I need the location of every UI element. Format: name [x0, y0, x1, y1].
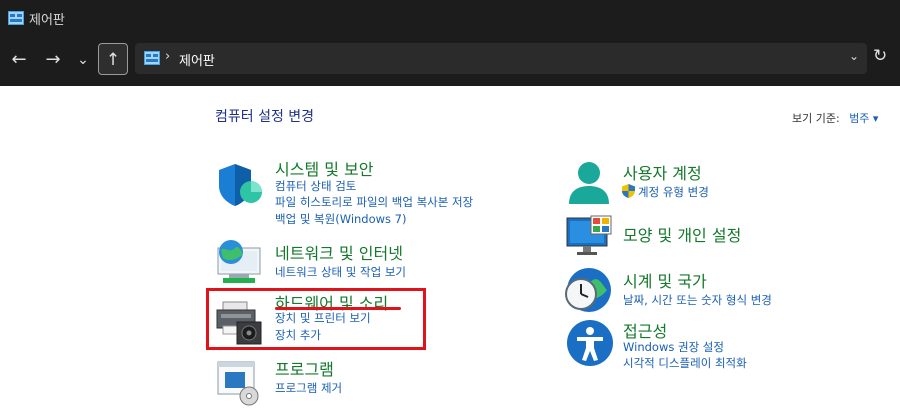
view-by-label: 보기 기준:	[792, 112, 840, 125]
category-title[interactable]: 시계 및 국가	[623, 268, 707, 292]
refresh-button[interactable]: ↻	[873, 46, 887, 66]
programs-icon	[217, 361, 259, 406]
shield-icon	[219, 164, 262, 206]
breadcrumb[interactable]: 제어판	[179, 50, 215, 69]
highlight-box	[206, 288, 426, 350]
category-link[interactable]: 계정 유형 변경	[638, 184, 709, 200]
back-button[interactable]: ←	[4, 44, 34, 76]
category-user-accounts: 사용자 계정 계정 유형 변경	[622, 160, 873, 204]
clock-globe-icon	[565, 268, 611, 312]
user-icon	[569, 162, 609, 204]
title-bar: 제어판	[0, 0, 900, 36]
recent-locations-button[interactable]: ⌄	[68, 44, 98, 76]
category-programs: 프로그램 프로그램 제거	[275, 356, 535, 396]
control-panel-icon	[8, 11, 24, 25]
category-link[interactable]: 네트워크 상태 및 작업 보기	[275, 264, 406, 280]
window-title: 제어판	[29, 13, 65, 28]
category-clock-region: 시계 및 국가 날짜, 시간 또는 숫자 형식 변경	[623, 268, 873, 312]
category-title[interactable]: 네트워크 및 인터넷	[275, 240, 403, 264]
category-link[interactable]: 날짜, 시간 또는 숫자 형식 변경	[623, 292, 772, 308]
category-network-internet: 네트워크 및 인터넷 네트워크 상태 및 작업 보기	[275, 240, 535, 280]
navigation-bar: ← → ⌄ ↑ › 제어판 ⌄ ↻	[0, 36, 900, 86]
category-system-security: 시스템 및 보안 컴퓨터 상태 검토 파일 히스토리로 파일의 백업 복사본 저…	[275, 156, 535, 226]
view-by-dropdown[interactable]: 범주 ▾	[849, 112, 878, 125]
category-appearance: 모양 및 개인 설정	[623, 222, 873, 246]
category-title[interactable]: 프로그램	[275, 356, 334, 380]
breadcrumb-separator: ›	[165, 49, 171, 64]
up-button[interactable]: ↑	[98, 43, 128, 75]
category-accessibility: 접근성 Windows 권장 설정 시각적 디스플레이 최적화	[623, 318, 873, 372]
category-link[interactable]: 백업 및 복원(Windows 7)	[275, 211, 407, 227]
category-link[interactable]: 파일 히스토리로 파일의 백업 복사본 저장	[275, 194, 473, 210]
address-bar[interactable]: › 제어판 ⌄	[135, 43, 867, 74]
category-title[interactable]: 사용자 계정	[623, 160, 702, 184]
category-link[interactable]: Windows 권장 설정	[623, 339, 724, 355]
uac-shield-icon	[622, 184, 635, 198]
category-link[interactable]: 프로그램 제거	[275, 380, 342, 396]
monitor-appearance-icon	[566, 215, 612, 255]
highlight-underline	[275, 307, 401, 310]
network-globe-icon	[217, 240, 261, 283]
category-link[interactable]: 컴퓨터 상태 검토	[275, 178, 356, 194]
category-link[interactable]: 시각적 디스플레이 최적화	[623, 355, 747, 371]
chevron-down-icon[interactable]: ⌄	[849, 49, 859, 63]
category-title[interactable]: 모양 및 개인 설정	[623, 222, 741, 246]
view-by: 보기 기준: 범주 ▾	[792, 110, 878, 126]
forward-button[interactable]: →	[38, 44, 68, 76]
accessibility-icon	[567, 320, 613, 366]
page-title: 컴퓨터 설정 변경	[215, 109, 315, 125]
category-title[interactable]: 시스템 및 보안	[275, 156, 374, 180]
control-panel-icon	[144, 51, 160, 65]
